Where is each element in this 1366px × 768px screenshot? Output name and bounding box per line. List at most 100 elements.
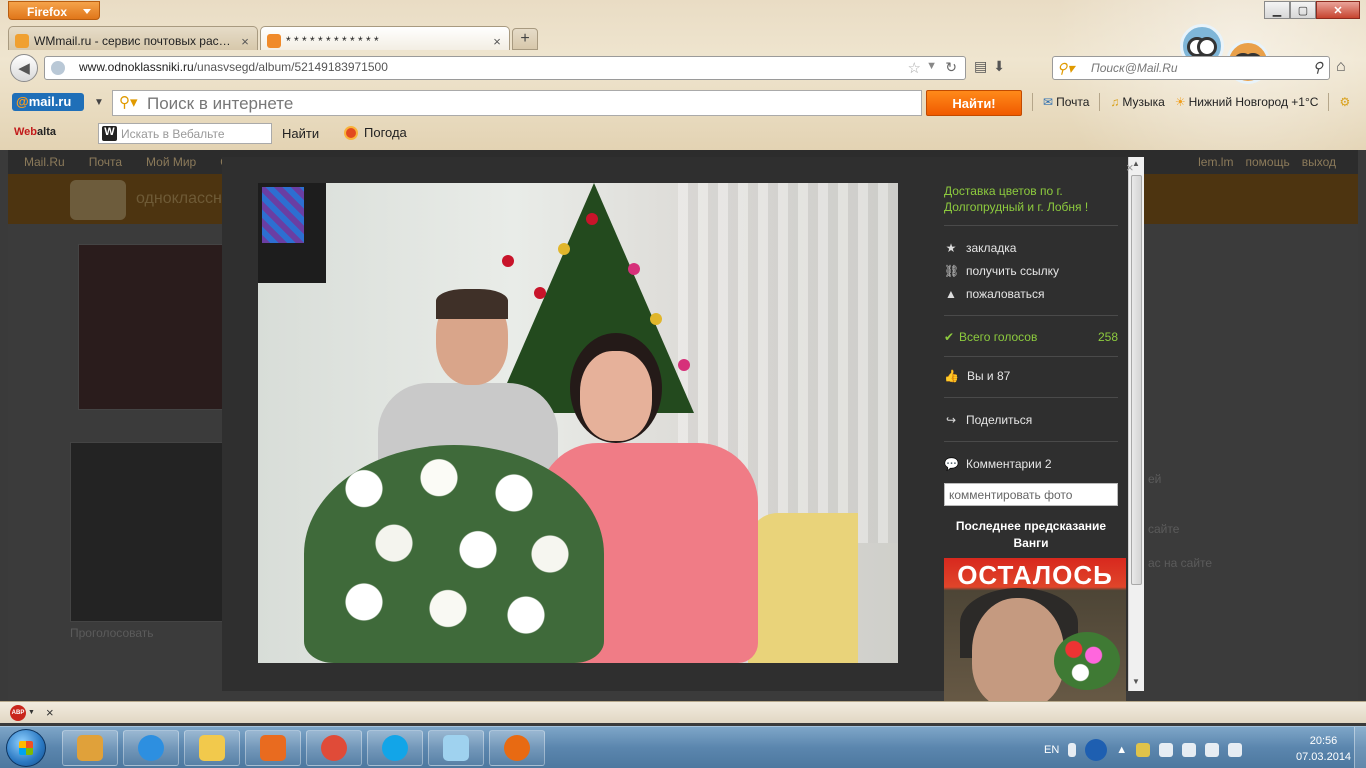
vote-link[interactable]: Проголосовать <box>70 626 154 640</box>
close-window-button[interactable]: ✕ <box>1316 1 1360 19</box>
portal-nav-right: lem.lm помощь выход <box>1198 155 1336 169</box>
bookmark-action[interactable]: ★ закладка <box>944 236 1118 259</box>
profile-photo[interactable] <box>78 244 224 410</box>
weather-label: Погода <box>364 125 407 140</box>
search-box[interactable]: ⚲▾ Поиск@Mail.Ru ⚲ <box>1052 56 1330 80</box>
tray-app-icon[interactable] <box>1136 743 1151 757</box>
divider <box>944 356 1118 357</box>
comment-input[interactable]: комментировать фото <box>944 483 1118 506</box>
share-label: Поделиться <box>966 412 1033 427</box>
scroll-down-icon[interactable]: ▼ <box>1132 677 1140 686</box>
mail-link[interactable]: ✉ Почта <box>1043 95 1089 111</box>
taskbar-item-skype[interactable] <box>367 730 423 766</box>
show-hidden-icons-icon[interactable]: ▲ <box>1116 744 1127 756</box>
search-placeholder: Поиск@Mail.Ru <box>1091 61 1178 75</box>
close-modal-icon[interactable]: × <box>1126 160 1140 175</box>
keyboard-icon[interactable] <box>1068 743 1077 757</box>
share-action[interactable]: ↪ Поделиться <box>944 408 1118 431</box>
bookmark-star-icon[interactable]: ☆ <box>908 59 921 77</box>
tab-wmmail[interactable]: WMmail.ru - сервис почтовых расс... × <box>8 26 258 50</box>
music-link[interactable]: ♫ Музыка <box>1110 95 1164 111</box>
tab-close-icon[interactable]: × <box>491 34 503 49</box>
album-photo[interactable] <box>70 442 224 622</box>
url-path: /unasvsegd/album/52149183971500 <box>193 60 388 74</box>
home-icon[interactable]: ⌂ <box>1336 58 1346 76</box>
nav-link[interactable]: Мой Мир <box>146 155 196 174</box>
divider <box>944 315 1118 316</box>
flower-delivery-ad-link[interactable]: Доставка цветов по г. Долгопрудный и г. … <box>944 183 1118 215</box>
adblock-plus-icon[interactable]: ABP <box>10 705 26 721</box>
taskbar-item-internet-explorer[interactable] <box>123 730 179 766</box>
scrollbar-thumb[interactable] <box>1131 175 1142 585</box>
get-link-action[interactable]: ⛓ получить ссылку <box>944 259 1118 282</box>
url-history-dropdown-icon[interactable]: ▼ <box>926 60 937 72</box>
start-button[interactable] <box>6 729 46 767</box>
taskbar-item-folder-app[interactable] <box>62 730 118 766</box>
mailru-logo[interactable]: @mail.ru <box>12 93 84 111</box>
new-tab-button[interactable]: + <box>512 28 538 50</box>
taskbar-item-media-player[interactable] <box>245 730 301 766</box>
taskbar-item-firefox[interactable] <box>489 730 545 766</box>
modal-scrollbar[interactable]: ▲ ▼ <box>1128 157 1144 691</box>
taskbar-item-chrome[interactable] <box>306 730 362 766</box>
bookmarks-menu-icon[interactable]: ▤ <box>974 58 987 75</box>
toolbar-icons: ▤ ⬇ <box>974 58 1005 75</box>
mailru-at-sign: @ <box>16 94 29 109</box>
user-link[interactable]: lem.lm <box>1198 155 1233 169</box>
back-button[interactable]: ◀ <box>10 54 38 82</box>
logout-link[interactable]: выход <box>1302 155 1336 169</box>
chevron-down-icon[interactable]: ▼ <box>28 709 35 716</box>
volume-icon[interactable] <box>1182 743 1197 757</box>
webalta-search-input[interactable]: W Искать в Вебальте <box>98 123 272 144</box>
site-logo[interactable] <box>70 180 126 220</box>
webalta-find-button[interactable]: Найти <box>282 126 319 141</box>
music-link-label: Музыка <box>1122 95 1165 109</box>
clock-date: 07.03.2014 <box>1296 751 1352 763</box>
reload-icon[interactable]: ↻ <box>945 59 957 76</box>
weather-link[interactable]: ☀ Нижний Новгород +1°C <box>1175 95 1319 111</box>
settings-gear-icon[interactable]: ⚙ <box>1339 95 1350 111</box>
mailru-search-input[interactable]: ⚲▾ Поиск в интернете <box>112 90 922 116</box>
taskbar-item-notepad[interactable] <box>428 730 484 766</box>
total-votes[interactable]: ✔ Всего голосов 258 <box>944 326 1118 348</box>
help-link[interactable]: помощь <box>1245 155 1289 169</box>
nav-link[interactable]: Почта <box>89 155 122 174</box>
photo-tv-screen <box>262 187 304 243</box>
comments-toggle[interactable]: 💬 Комментарии 2 <box>944 452 1118 475</box>
promo-title[interactable]: Последнее предсказание Ванги <box>944 518 1118 552</box>
action-center-flag-icon[interactable] <box>1159 743 1174 757</box>
help-icon[interactable] <box>1085 739 1108 761</box>
webalta-weather-button[interactable]: Погода <box>344 125 407 140</box>
get-link-label: получить ссылку <box>966 263 1059 278</box>
photo-rose-bouquet <box>304 445 604 663</box>
show-desktop-button[interactable] <box>1354 727 1366 768</box>
maximize-button[interactable]: ▢ <box>1290 1 1316 19</box>
search-go-icon[interactable]: ⚲ <box>1313 59 1323 76</box>
chevron-down-icon[interactable]: ▼ <box>94 97 104 108</box>
webalta-logo[interactable]: Webalta <box>14 126 56 138</box>
address-bar[interactable]: www.odnoklassniki.ru/unasvsegd/album/521… <box>44 56 966 80</box>
taskbar-item-explorer-folder[interactable] <box>184 730 240 766</box>
mailru-search-button[interactable]: Найти! <box>926 90 1022 116</box>
nav-link[interactable]: Mail.Ru <box>24 155 65 174</box>
report-action[interactable]: ▲ пожаловаться <box>944 282 1118 305</box>
downloads-icon[interactable]: ⬇ <box>993 58 1005 75</box>
firefox-menu-button[interactable]: Firefox <box>8 1 100 20</box>
language-indicator[interactable]: EN <box>1044 744 1059 756</box>
tab-close-icon[interactable]: × <box>239 34 251 49</box>
music-note-icon: ♫ <box>1110 95 1120 109</box>
weather-link-label: Нижний Новгород +1°C <box>1188 95 1319 109</box>
photo[interactable] <box>258 183 898 663</box>
tab-label: * * * * * * * * * * * * <box>286 34 379 48</box>
battery-icon[interactable] <box>1205 743 1220 757</box>
minimize-button[interactable]: ▁ <box>1264 1 1290 19</box>
search-engine-icon[interactable]: ⚲▾ <box>119 93 138 111</box>
clock[interactable]: 20:56 07.03.2014 <box>1296 733 1351 765</box>
likes[interactable]: 👍 Вы и 87 <box>944 365 1118 387</box>
tab-odnoklassniki[interactable]: * * * * * * * * * * * * × <box>260 26 510 50</box>
close-addon-bar-icon[interactable]: × <box>46 705 54 720</box>
site-identity-icon[interactable] <box>51 61 65 75</box>
network-icon[interactable] <box>1228 743 1243 757</box>
search-engine-icon[interactable]: ⚲▾ <box>1057 60 1074 77</box>
promo-banner[interactable]: ОСТАЛОСЬ <box>944 558 1126 720</box>
